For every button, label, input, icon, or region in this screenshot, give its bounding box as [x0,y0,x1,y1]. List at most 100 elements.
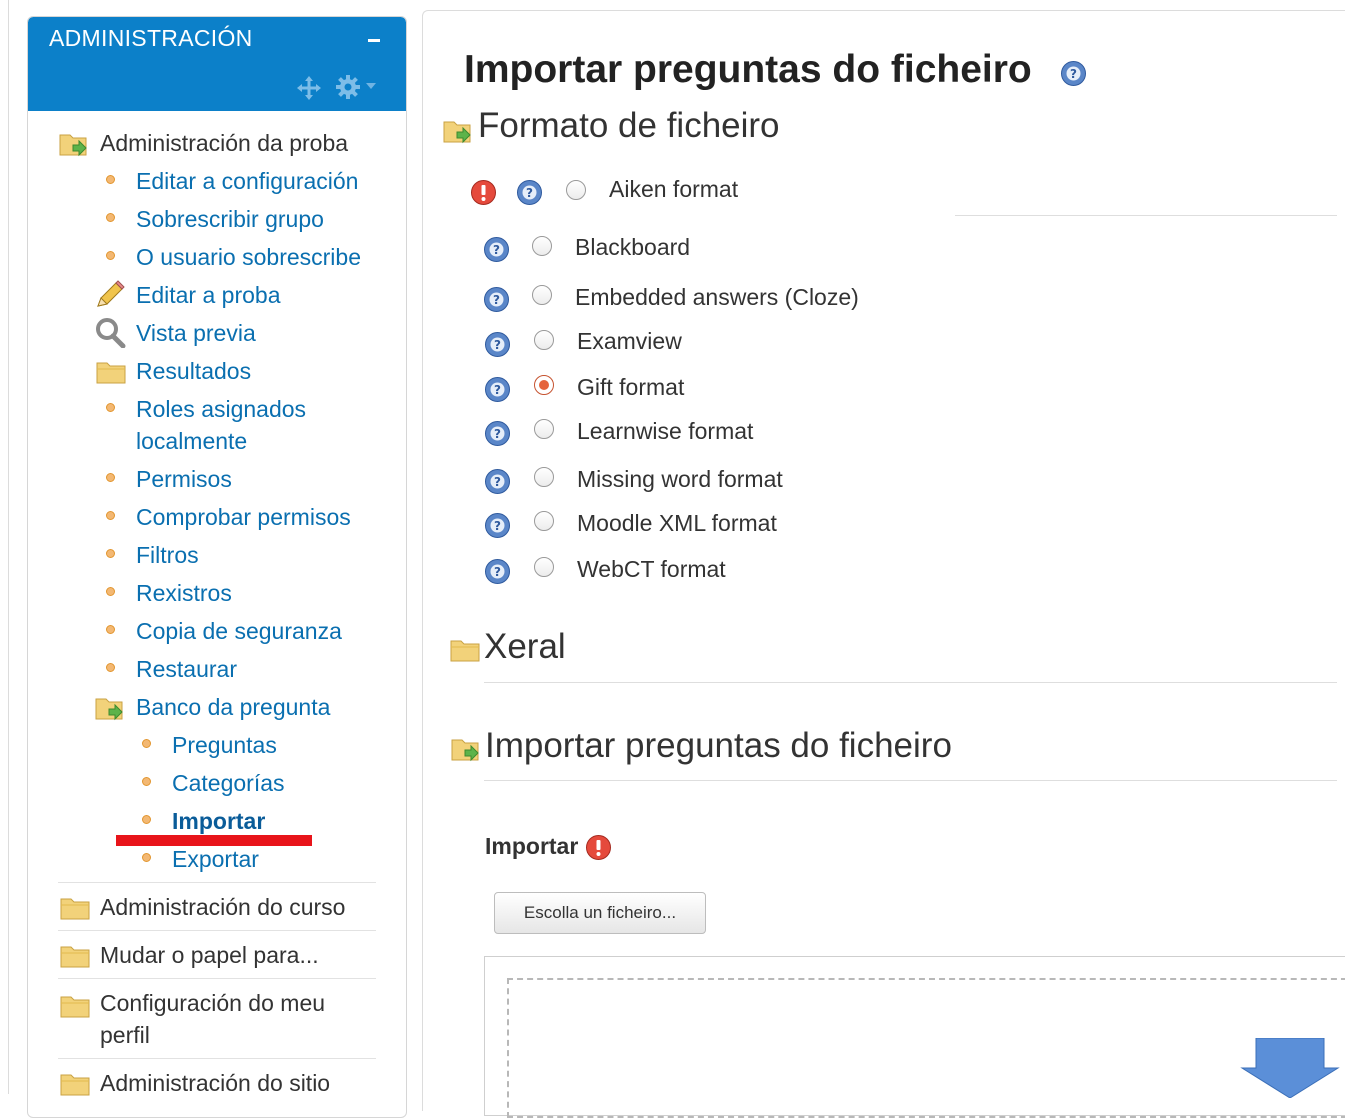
radio-webct[interactable] [534,557,554,577]
bullet-icon [142,853,151,862]
sidebar-item-quiz-administration[interactable]: Administración da proba [100,128,348,158]
help-icon[interactable]: ? [484,512,511,539]
sidebar-item-permissions[interactable]: Permisos [136,464,232,494]
format-option-label: Blackboard [575,234,691,260]
block-title: ADMINISTRACIÓN [49,25,253,51]
sidebar-item-export[interactable]: Exportar [172,844,259,874]
bullet-icon [142,777,151,786]
chevron-down-icon[interactable] [366,83,376,89]
section-legend-file-format[interactable]: Formato de ficheiro [478,106,780,146]
format-option-label: Embedded answers (Cloze) [575,284,859,310]
bullet-icon [142,815,151,824]
format-option-label: Learnwise format [577,418,754,444]
help-icon[interactable]: ? [483,236,510,263]
radio-learnwise[interactable] [534,419,554,439]
format-option-label: Aiken format [609,176,739,202]
svg-text:?: ? [494,427,501,441]
sidebar-item-filters[interactable]: Filtros [136,540,199,570]
sidebar-item-edit-settings[interactable]: Editar a configuración [136,166,358,196]
block-header: ADMINISTRACIÓN [28,17,406,111]
svg-text:?: ? [1070,67,1077,81]
divider [484,780,1337,781]
svg-text:?: ? [494,383,501,397]
sidebar-item-backup[interactable]: Copia de seguranza [136,616,342,646]
collapse-block-icon[interactable] [368,39,380,42]
bullet-icon [106,511,115,520]
sidebar-item-results[interactable]: Resultados [136,356,251,386]
sidebar-item-categories[interactable]: Categorías [172,768,285,798]
section-legend-import[interactable]: Importar preguntas do ficheiro [485,726,952,766]
main-content-region [422,10,1345,1111]
format-option-label: Gift format [577,374,685,400]
sidebar-item-question-bank[interactable]: Banco da pregunta [136,692,330,722]
bullet-icon [106,625,115,634]
help-icon[interactable]: ? [484,376,511,403]
svg-text:?: ? [494,475,501,489]
help-icon[interactable]: ? [1060,60,1087,87]
help-icon[interactable]: ? [484,558,511,585]
folder-icon [60,898,90,920]
radio-aiken[interactable] [566,180,586,200]
folder-icon [60,1074,90,1096]
sidebar-item-restore[interactable]: Restaurar [136,654,237,684]
folder-open-icon [95,698,123,721]
divider [58,1058,376,1059]
divider [58,930,376,931]
format-option-label: WebCT format [577,556,726,582]
gear-icon[interactable] [334,73,362,101]
help-icon[interactable]: ? [484,468,511,495]
sidebar-item-preview[interactable]: Vista previa [136,318,256,348]
sidebar-item-switch-role[interactable]: Mudar o papel para... [100,940,319,970]
sidebar-item-group-overrides[interactable]: Sobrescribir grupo [136,204,324,234]
file-drop-zone[interactable] [507,978,1345,1118]
bullet-icon [106,473,115,482]
divider [955,215,1337,216]
sidebar-item-edit-quiz[interactable]: Editar a proba [136,280,280,310]
download-arrow-icon [1240,1038,1340,1098]
radio-gift[interactable] [534,375,554,395]
svg-text:?: ? [494,519,501,533]
bullet-icon [106,663,115,672]
format-option-label: Moodle XML format [577,510,777,536]
help-icon[interactable]: ? [484,331,511,358]
bullet-icon [106,549,115,558]
svg-text:?: ? [494,338,501,352]
sidebar-item-course-administration[interactable]: Administración do curso [100,892,345,922]
divider [484,682,1337,683]
bullet-icon [106,403,115,412]
sidebar-item-user-overrides[interactable]: O usuario sobrescribe [136,242,361,272]
bullet-icon [106,175,115,184]
section-collapsed-icon[interactable] [450,638,480,662]
sidebar-item-import[interactable]: Importar [172,806,265,836]
radio-moodle-xml[interactable] [534,511,554,531]
sidebar-item-local-roles-line2[interactable]: localmente [136,426,247,456]
pencil-icon [97,280,125,307]
import-field-label: Importar [485,833,579,859]
move-icon[interactable] [296,75,322,101]
help-icon[interactable]: ? [483,286,510,313]
magnifier-icon [96,318,126,348]
section-expanded-icon[interactable] [442,117,474,145]
folder-icon [96,362,126,384]
radio-examview[interactable] [534,330,554,350]
help-icon[interactable]: ? [516,179,543,206]
choose-file-button[interactable]: Escolla un ficheiro... [494,892,706,934]
sidebar-item-check-permissions[interactable]: Comprobar permisos [136,502,351,532]
radio-blackboard[interactable] [532,236,552,256]
section-expanded-icon[interactable] [450,735,482,763]
folder-open-icon [59,134,87,157]
bullet-icon [106,213,115,222]
bullet-icon [106,587,115,596]
help-icon[interactable]: ? [484,420,511,447]
sidebar-item-questions[interactable]: Preguntas [172,730,277,760]
sidebar-item-profile-settings-line2[interactable]: perfil [100,1020,150,1050]
sidebar-item-local-roles[interactable]: Roles asignados [136,394,306,424]
format-option-label: Missing word format [577,466,783,492]
radio-cloze[interactable] [532,285,552,305]
section-legend-general[interactable]: Xeral [484,627,566,667]
sidebar-item-profile-settings[interactable]: Configuración do meu [100,988,325,1018]
format-option-label: Examview [577,328,682,354]
sidebar-item-logs[interactable]: Rexistros [136,578,232,608]
radio-missing-word[interactable] [534,467,554,487]
divider [58,882,376,883]
